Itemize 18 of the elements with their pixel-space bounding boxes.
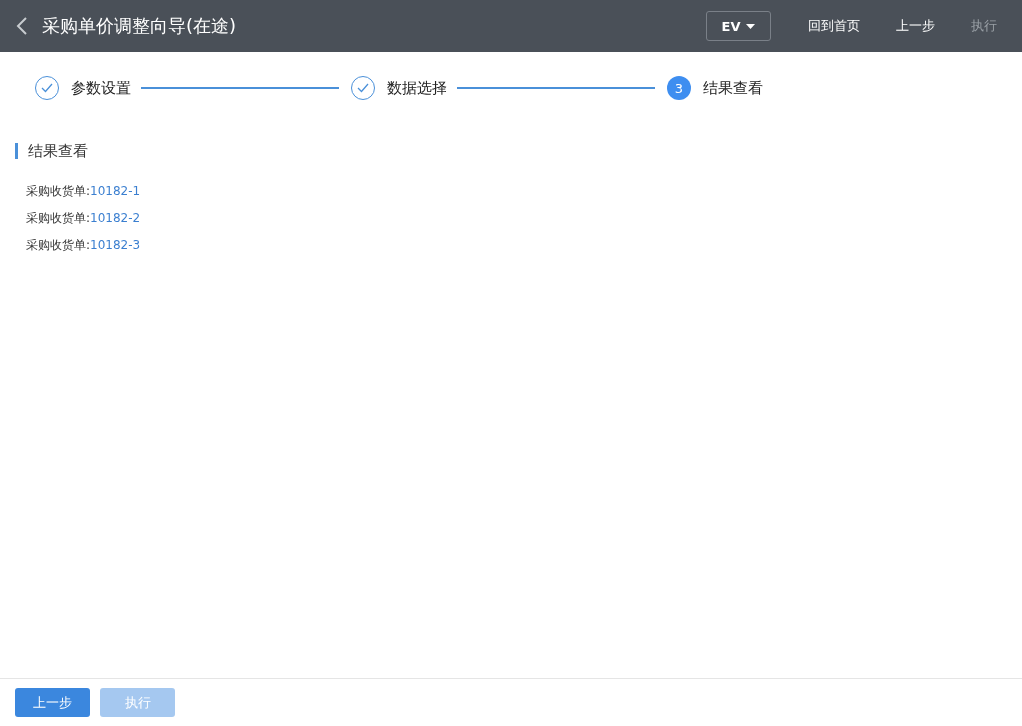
- step-label: 参数设置: [71, 78, 131, 98]
- step-number: 3: [667, 76, 691, 100]
- caret-icon: [746, 23, 756, 29]
- record-line: 采购收货单:10182-2: [26, 210, 142, 227]
- record-link[interactable]: 10182-3: [90, 238, 141, 252]
- record-link[interactable]: 10182-2: [90, 211, 141, 225]
- header-button[interactable]: 上一步: [871, 17, 946, 35]
- window-title: 采购单价调整向导(在途): [42, 14, 238, 38]
- record-line: 采购收货单:10182-1: [26, 183, 142, 200]
- dropdown[interactable]: EV: [706, 11, 771, 41]
- back-icon[interactable]: [16, 16, 28, 36]
- step-label: 数据选择: [387, 78, 447, 98]
- footer-button[interactable]: 上一步: [15, 688, 90, 717]
- record-link[interactable]: 10182-1: [90, 184, 141, 198]
- record-line: 采购收货单:10182-3: [26, 237, 142, 254]
- section-title: 结果查看: [15, 143, 1022, 159]
- step-label: 结果查看: [703, 78, 763, 98]
- header-button[interactable]: 回到首页: [783, 17, 871, 35]
